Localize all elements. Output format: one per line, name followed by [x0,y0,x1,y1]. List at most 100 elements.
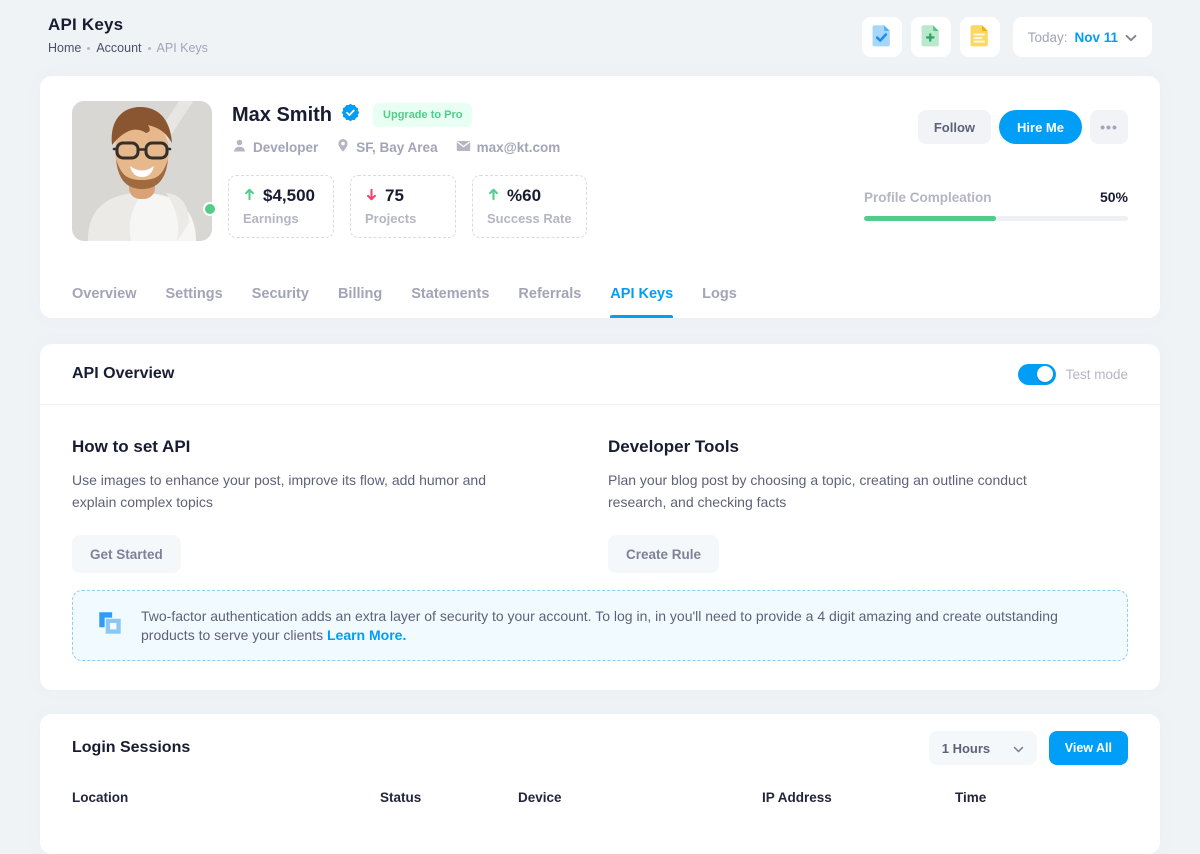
breadcrumb-separator [87,47,90,50]
tab-billing[interactable]: Billing [338,270,382,318]
tab-security[interactable]: Security [252,270,309,318]
file-check-button[interactable] [862,17,902,57]
profile-role[interactable]: Developer [232,138,318,156]
file-plus-button[interactable] [911,17,951,57]
location-pin-icon [336,138,350,156]
file-lines-button[interactable] [960,17,1000,57]
tab-settings[interactable]: Settings [166,270,223,318]
sessions-filter-value: 1 Hours [942,741,990,756]
header-actions: Today: Nov 11 [862,17,1152,57]
login-sessions-title: Login Sessions [72,739,190,757]
sessions-filter-select[interactable]: 1 Hours [929,731,1037,765]
breadcrumb-home[interactable]: Home [48,41,81,55]
chevron-down-icon [1013,741,1024,756]
completion-label: Profile Compleation [864,190,992,205]
api-overview-header: API Overview Test mode [40,344,1160,405]
profile-tabs: Overview Settings Security Billing State… [72,270,737,318]
profile-completion: Profile Compleation 50% [864,189,1128,221]
frames-icon [95,608,125,643]
section-developer-tools: Developer Tools Plan your blog post by c… [608,437,1088,573]
toggle-knob [1037,366,1053,382]
section-title: How to set API [72,437,512,457]
profile-name[interactable]: Max Smith [232,104,332,127]
view-all-button[interactable]: View All [1049,731,1128,765]
profile-email[interactable]: max@kt.com [456,140,561,155]
breadcrumb-separator [148,47,151,50]
create-rule-button[interactable]: Create Rule [608,535,719,573]
test-mode-toggle[interactable]: Test mode [1018,364,1128,385]
stat-projects-label: Projects [365,211,441,226]
login-sessions-controls: 1 Hours View All [929,731,1128,765]
arrow-down-icon [365,186,378,206]
chevron-down-icon [1125,30,1137,45]
tab-referrals[interactable]: Referrals [518,270,581,318]
stat-projects-value: 75 [385,186,404,206]
banner-text: Two-factor authentication adds an extra … [141,607,1105,645]
breadcrumb-account[interactable]: Account [96,41,141,55]
file-plus-icon [920,24,941,50]
get-started-button[interactable]: Get Started [72,535,181,573]
breadcrumb: Home Account API Keys [48,41,208,55]
stat-success-rate: %60 Success Rate [472,175,587,238]
follow-button[interactable]: Follow [918,110,991,144]
profile-meta: Developer SF, Bay Area max@kt.com [232,138,560,156]
profile-stats: $4,500 Earnings 75 Projects %60 Success … [228,175,587,238]
completion-progress-fill [864,216,996,221]
upgrade-badge[interactable]: Upgrade to Pro [373,103,472,127]
page-title: API Keys [48,15,208,35]
avatar[interactable] [72,101,212,241]
profile-role-label: Developer [253,140,318,155]
column-header-ip-address: IP Address [762,790,832,805]
stat-earnings-label: Earnings [243,211,319,226]
column-header-location: Location [72,790,128,805]
breadcrumb-current: API Keys [157,41,208,55]
profile-card: Max Smith Upgrade to Pro Developer SF, B… [40,76,1160,318]
arrow-up-icon [487,186,500,206]
date-picker[interactable]: Today: Nov 11 [1013,17,1152,57]
tab-overview[interactable]: Overview [72,270,137,318]
test-mode-label: Test mode [1066,367,1128,382]
date-prefix: Today: [1028,30,1068,45]
profile-location-label: SF, Bay Area [356,140,437,155]
section-how-to-set-api: How to set API Use images to enhance you… [72,437,512,573]
tab-statements[interactable]: Statements [411,270,489,318]
tab-api-keys[interactable]: API Keys [610,270,673,318]
hire-me-button[interactable]: Hire Me [999,110,1082,144]
api-overview-card: API Overview Test mode How to set API Us… [40,344,1160,690]
section-title: Developer Tools [608,437,1088,457]
user-icon [232,138,247,156]
date-value: Nov 11 [1074,30,1118,45]
completion-percent: 50% [1100,189,1128,205]
api-overview-title: API Overview [72,365,174,383]
stat-success-rate-label: Success Rate [487,211,572,226]
envelope-icon [456,140,471,155]
avatar-image [72,101,212,241]
stat-earnings: $4,500 Earnings [228,175,334,238]
login-sessions-card: Login Sessions 1 Hours View All Location… [40,714,1160,854]
two-factor-banner: Two-factor authentication adds an extra … [72,590,1128,661]
page-head: API Keys Home Account API Keys [48,15,208,55]
column-header-device: Device [518,790,562,805]
profile-actions: Follow Hire Me ••• [918,110,1128,144]
tab-logs[interactable]: Logs [702,270,737,318]
online-status-dot [203,202,217,216]
profile-name-row: Max Smith Upgrade to Pro [232,103,472,127]
completion-progress-bar [864,216,1128,221]
sessions-table-header: Location Status Device IP Address Time [40,790,1160,820]
column-header-time: Time [955,790,986,805]
file-check-icon [871,24,892,50]
profile-email-label: max@kt.com [477,140,561,155]
file-lines-icon [969,24,990,50]
verified-badge-icon [341,103,360,127]
page: { "header": { "title": "API Keys", "brea… [0,0,1200,800]
stat-success-rate-value: %60 [507,186,541,206]
toggle-switch[interactable] [1018,364,1056,385]
stat-projects: 75 Projects [350,175,456,238]
profile-location[interactable]: SF, Bay Area [336,138,437,156]
stat-earnings-value: $4,500 [263,186,315,206]
section-description: Plan your blog post by choosing a topic,… [608,470,1088,513]
more-options-button[interactable]: ••• [1090,110,1128,144]
learn-more-link[interactable]: Learn More. [327,627,406,643]
arrow-up-icon [243,186,256,206]
banner-message: Two-factor authentication adds an extra … [141,608,1058,643]
